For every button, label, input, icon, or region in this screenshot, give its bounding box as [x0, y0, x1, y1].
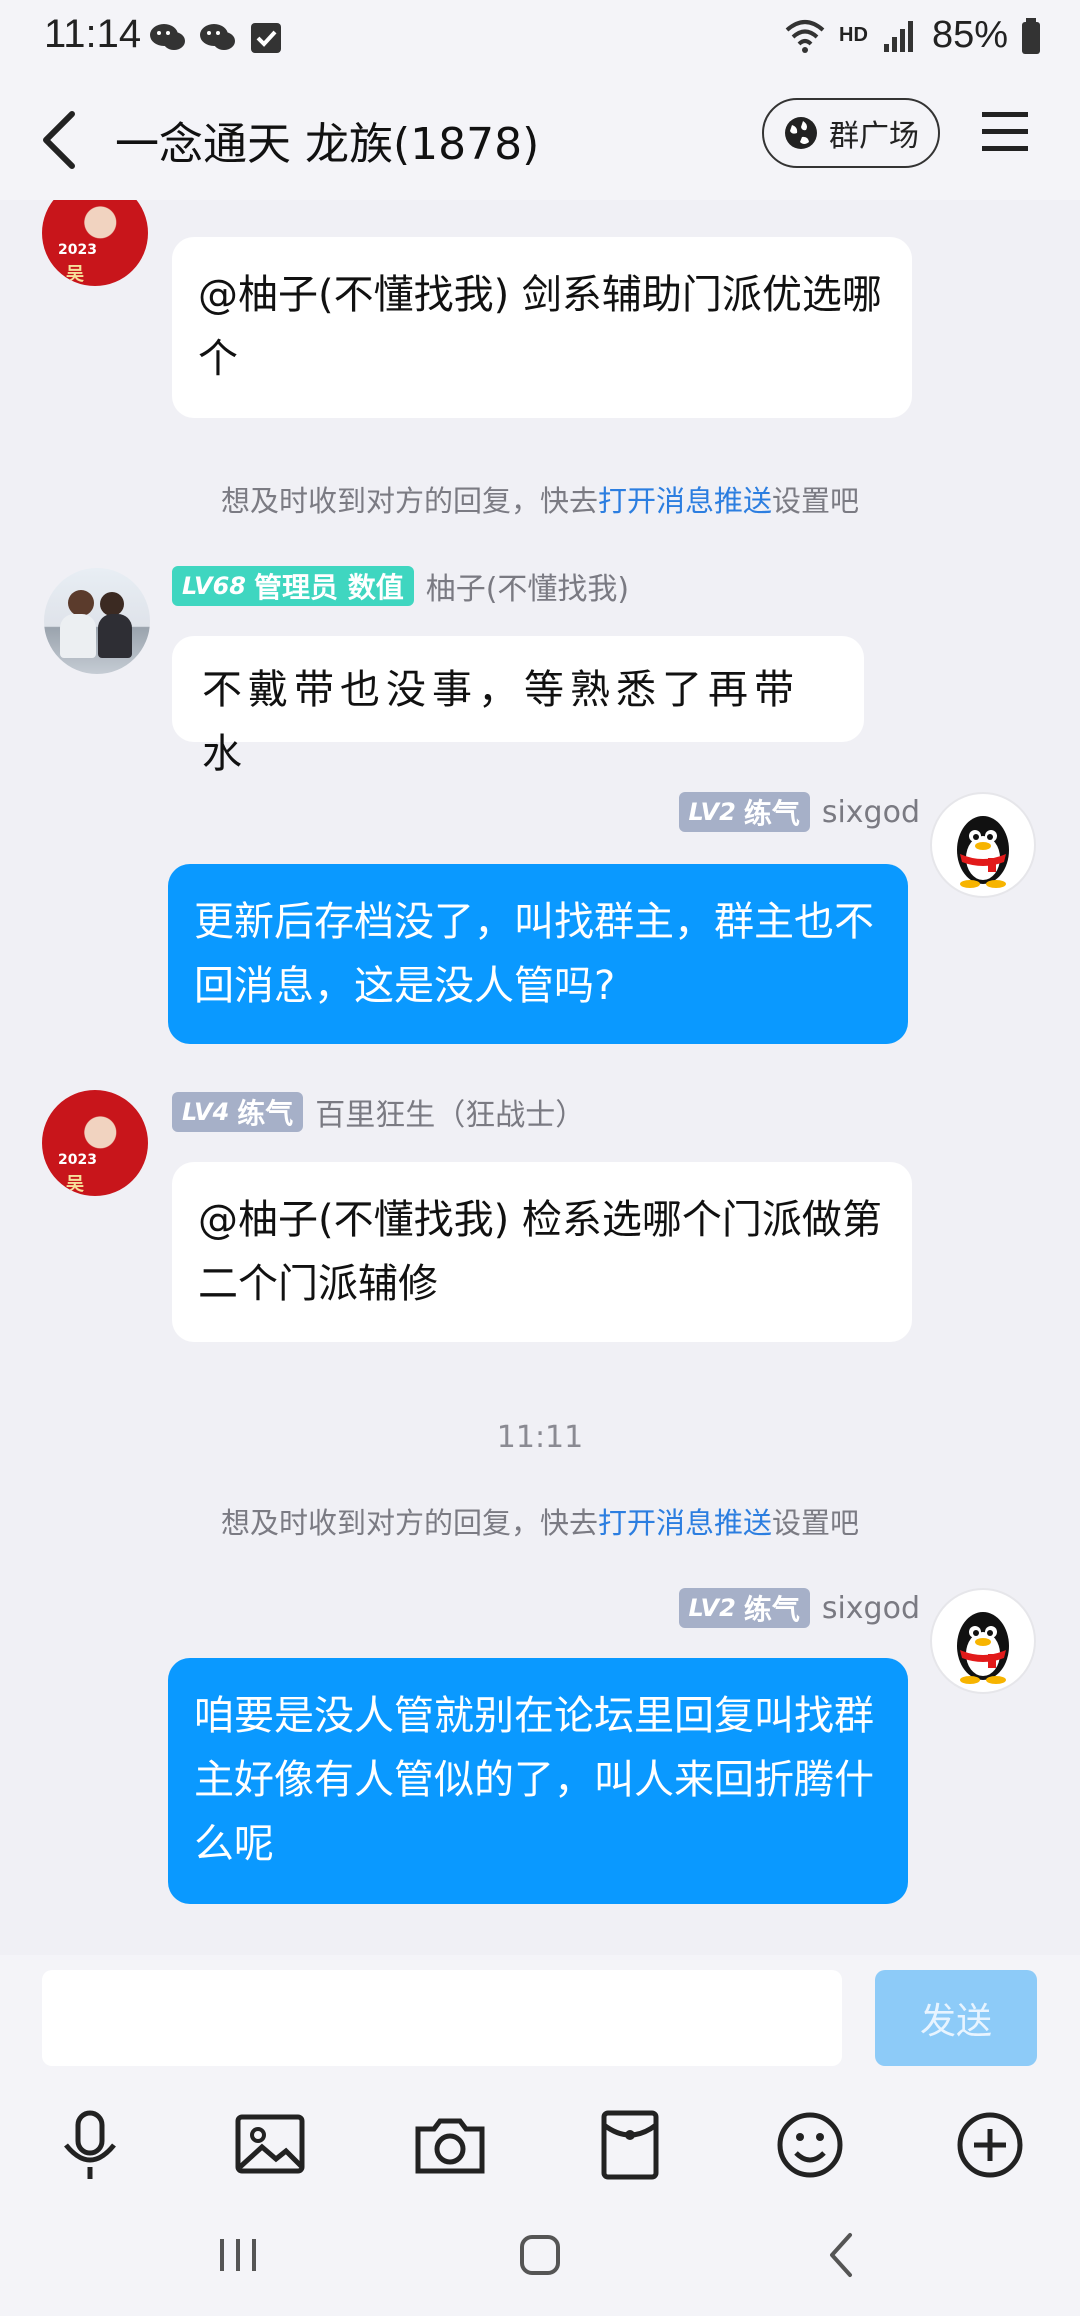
notice-prefix: 想及时收到对方的回复，快去 [220, 484, 598, 518]
qq-penguin-icon [957, 816, 1009, 888]
message-input[interactable] [42, 1970, 842, 2066]
globe-icon [785, 117, 817, 149]
back-icon[interactable] [812, 2225, 872, 2285]
wechat-icon [200, 24, 235, 50]
level-value: LV4 [182, 1098, 230, 1126]
home-icon[interactable] [510, 2225, 570, 2285]
sender-name[interactable]: sixgod [822, 1591, 920, 1626]
avatar-year: 2023 [58, 1152, 97, 1168]
back-arrow-icon[interactable] [38, 108, 82, 172]
message-time: 11:11 [496, 1420, 584, 1455]
level-value: LV2 [688, 1594, 736, 1622]
status-time: 11:14 [44, 12, 142, 56]
push-notice: 想及时收到对方的回复，快去打开消息推送设置吧 [0, 478, 1080, 520]
level-title: 管理员 数值 [253, 571, 404, 604]
image-icon[interactable] [230, 2105, 310, 2185]
battery-percent: 85% [931, 14, 1008, 56]
avatar[interactable] [930, 792, 1036, 898]
avatar[interactable]: 2023 吴 [42, 200, 148, 286]
chat-header: 一念通天 龙族(1878) 群广场 [0, 80, 1080, 200]
notice-suffix: 设置吧 [772, 484, 860, 518]
status-right: HD 85% [783, 14, 1042, 57]
message-list[interactable]: 2023 吴 @柚子(不懂找我) 剑系辅助门派优选哪个 想及时收到对方的回复，快… [0, 200, 1080, 1955]
sender-name[interactable]: sixgod [822, 795, 920, 830]
sender-name[interactable]: 柚子(不懂找我) [426, 564, 629, 608]
sender-info: LV4 练气 百里狂生（狂战士） [172, 1090, 585, 1134]
sender-info: LV68 管理员 数值 柚子(不懂找我) [172, 564, 629, 608]
sender-info: LV2 练气 sixgod [678, 792, 920, 832]
enable-push-link[interactable]: 打开消息推送 [598, 484, 772, 518]
notice-suffix: 设置吧 [772, 1506, 860, 1540]
battery-icon [1022, 17, 1040, 54]
wechat-icon [150, 24, 185, 50]
message-bubble[interactable]: @柚子(不懂找我) 检系选哪个门派做第二个门派辅修 [172, 1162, 912, 1342]
notification-icons [148, 18, 284, 58]
microphone-icon[interactable] [50, 2105, 130, 2185]
recent-apps-icon[interactable] [208, 2225, 268, 2285]
level-value: LV68 [182, 572, 246, 600]
network-label: HD [839, 24, 868, 46]
checkbox-icon [251, 23, 281, 53]
level-title: 练气 [743, 797, 800, 830]
level-badge: LV2 练气 [678, 1588, 810, 1628]
avatar[interactable]: 2023 吴 [42, 1090, 148, 1196]
send-button[interactable]: 发送 [875, 1970, 1037, 2066]
push-notice: 想及时收到对方的回复，快去打开消息推送设置吧 [0, 1500, 1080, 1542]
level-badge: LV2 练气 [678, 792, 810, 832]
level-title: 练气 [237, 1097, 294, 1130]
sender-name[interactable]: 百里狂生（狂战士） [315, 1090, 585, 1134]
red-packet-icon[interactable] [590, 2105, 670, 2185]
avatar[interactable] [930, 1588, 1036, 1694]
avatar-year: 2023 [58, 242, 97, 258]
input-bar: 发送 [0, 1955, 1080, 2316]
group-title: 一念通天 龙族(1878) [115, 119, 540, 170]
emoji-icon[interactable] [770, 2105, 850, 2185]
message-bubble[interactable]: @柚子(不懂找我) 剑系辅助门派优选哪个 [172, 237, 912, 418]
avatar-char: 吴 [66, 1174, 84, 1195]
camera-icon[interactable] [410, 2105, 490, 2185]
sender-info: LV2 练气 sixgod [678, 1588, 920, 1628]
message-bubble[interactable]: 咱要是没人管就别在论坛里回复叫找群主好像有人管似的了，叫人来回折腾什么呢 [168, 1658, 908, 1904]
status-bar: 11:14 HD 85% [0, 0, 1080, 80]
enable-push-link[interactable]: 打开消息推送 [598, 1506, 772, 1540]
wifi-icon [785, 19, 825, 53]
avatar[interactable] [44, 568, 150, 674]
level-title: 练气 [743, 1593, 800, 1626]
level-badge: LV4 练气 [172, 1092, 304, 1132]
signal-icon [883, 20, 913, 52]
notice-prefix: 想及时收到对方的回复，快去 [220, 1506, 598, 1540]
menu-icon[interactable] [982, 110, 1028, 154]
message-bubble[interactable]: 不戴带也没事，等熟悉了再带水 [172, 636, 864, 777]
qq-penguin-icon [957, 1612, 1009, 1684]
plus-icon[interactable] [950, 2105, 1030, 2185]
avatar-char: 吴 [66, 264, 84, 285]
group-square-button[interactable]: 群广场 [762, 98, 940, 168]
group-square-label: 群广场 [829, 119, 919, 154]
level-badge: LV68 管理员 数值 [172, 566, 414, 606]
level-value: LV2 [688, 798, 736, 826]
message-bubble[interactable]: 更新后存档没了，叫找群主，群主也不回消息，这是没人管吗? [168, 864, 908, 1044]
